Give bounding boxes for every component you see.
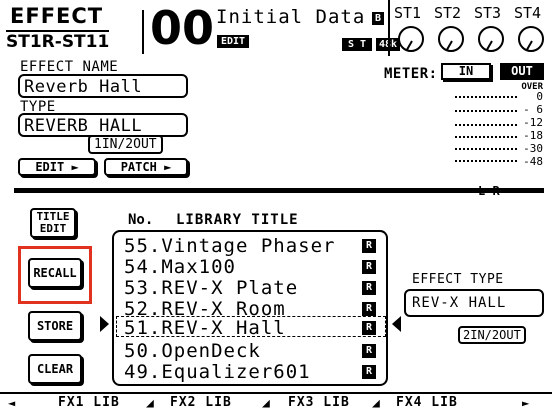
st2-knob-label: ST2 [434,4,462,22]
read-only-badge: R [362,344,376,358]
st1-knob-label: ST1 [394,4,422,22]
st3-knob-label: ST3 [474,4,502,22]
effect-name-label: EFFECT NAME [20,59,119,75]
read-only-badge: R [362,260,376,274]
list-item[interactable]: 53.REV-X Plate [124,278,298,299]
st4-knob-label: ST4 [514,4,542,22]
tab-separator-icon: ◢ [262,396,270,411]
tab-scroll-left-icon[interactable]: ◄ [8,396,15,410]
library-no-header: No. [128,212,154,228]
read-only-badge: R [362,281,376,295]
effect-title: EFFECT [10,4,104,28]
selection-arrow-right-icon [392,316,401,332]
list-item[interactable]: 49.Equalizer601 [124,362,311,383]
edit-button[interactable]: EDIT ► [18,158,96,176]
tab-fx3-lib[interactable]: FX3 LIB [288,394,350,412]
section-divider [14,188,544,193]
st2-knob[interactable] [438,26,464,52]
patch-button[interactable]: PATCH ► [104,158,188,176]
scene-divider [142,10,144,54]
patch-button-label: PATCH [120,160,157,174]
scene-number: 00 [150,1,215,55]
effect-type-label: EFFECT TYPE [412,272,504,287]
meter-scale: OVER 0 - 6 -12 -18 -30 -48 [455,82,547,178]
tab-fx4-lib[interactable]: FX4 LIB [396,394,458,412]
io-config: 1IN/2OUT [88,135,163,154]
effect-type-io: 2IN/2OUT [458,326,526,344]
recall-button[interactable]: RECALL [28,258,82,288]
type-label: TYPE [20,99,56,115]
st1-knob[interactable] [398,26,424,52]
clear-button[interactable]: CLEAR [28,354,82,384]
read-only-badge: R [362,239,376,253]
effect-type-field: REV-X HALL [404,289,544,317]
title-edit-button[interactable]: TITLE EDIT [30,208,76,238]
st-badge: S T [342,38,373,51]
edit-button-label: EDIT [35,160,65,174]
list-item[interactable]: 55.Vintage Phaser [124,236,335,257]
arrow-right-icon: ► [164,160,172,174]
st4-knob[interactable] [518,26,544,52]
meter-tick-30: -30 [523,142,543,155]
st3-knob[interactable] [478,26,504,52]
tab-separator-icon: ◢ [372,396,380,411]
meter-tick-12: -12 [523,116,543,129]
effect-name-field[interactable]: Reverb Hall [18,74,188,98]
store-button[interactable]: STORE [28,311,82,341]
arrow-right-icon: ► [71,160,79,174]
type-field: REVERB HALL [18,113,188,137]
meter-label: METER: [384,66,438,82]
title-edit-line2: EDIT [39,222,67,235]
tab-separator-icon: ◢ [146,396,154,411]
meter-out-button[interactable]: OUT [500,63,544,80]
channel-label: ST1R-ST11 [6,30,110,52]
meter-tick-0: 0 [536,90,543,103]
list-item-selected[interactable]: 51.REV-X Hall [124,318,286,339]
read-only-badge: R [362,321,376,335]
library-title-header: LIBRARY TITLE [176,212,299,228]
meter-in-button[interactable]: IN [441,63,491,80]
read-only-badge: R [362,365,376,379]
library-tab-bar: ◄ FX1 LIB ◢ FX2 LIB ◢ FX3 LIB ◢ FX4 LIB … [0,392,552,412]
edit-badge: EDIT [217,35,250,48]
list-item[interactable]: 54.Max100 [124,257,236,278]
tab-fx2-lib[interactable]: FX2 LIB [170,394,232,412]
tab-fx1-lib[interactable]: FX1 LIB [58,394,120,412]
list-item[interactable]: 50.OpenDeck [124,341,261,362]
scene-name: Initial Data [216,6,366,28]
fs-icon: B [372,12,384,25]
read-only-badge: R [362,302,376,316]
tab-scroll-right-icon[interactable]: ► [522,396,529,410]
library-list[interactable]: 55.Vintage Phaser 54.Max100 53.REV-X Pla… [112,230,388,386]
st-knob-group: ST1 ST2 ST3 ST4 [388,0,552,56]
meter-tick-6: - 6 [523,103,543,116]
meter-tick-48: -48 [523,155,543,168]
selection-arrow-left-icon [100,316,109,332]
header-bar: EFFECT ST1R-ST11 00 Initial Data EDIT B … [0,0,552,62]
meter-tick-18: -18 [523,129,543,142]
